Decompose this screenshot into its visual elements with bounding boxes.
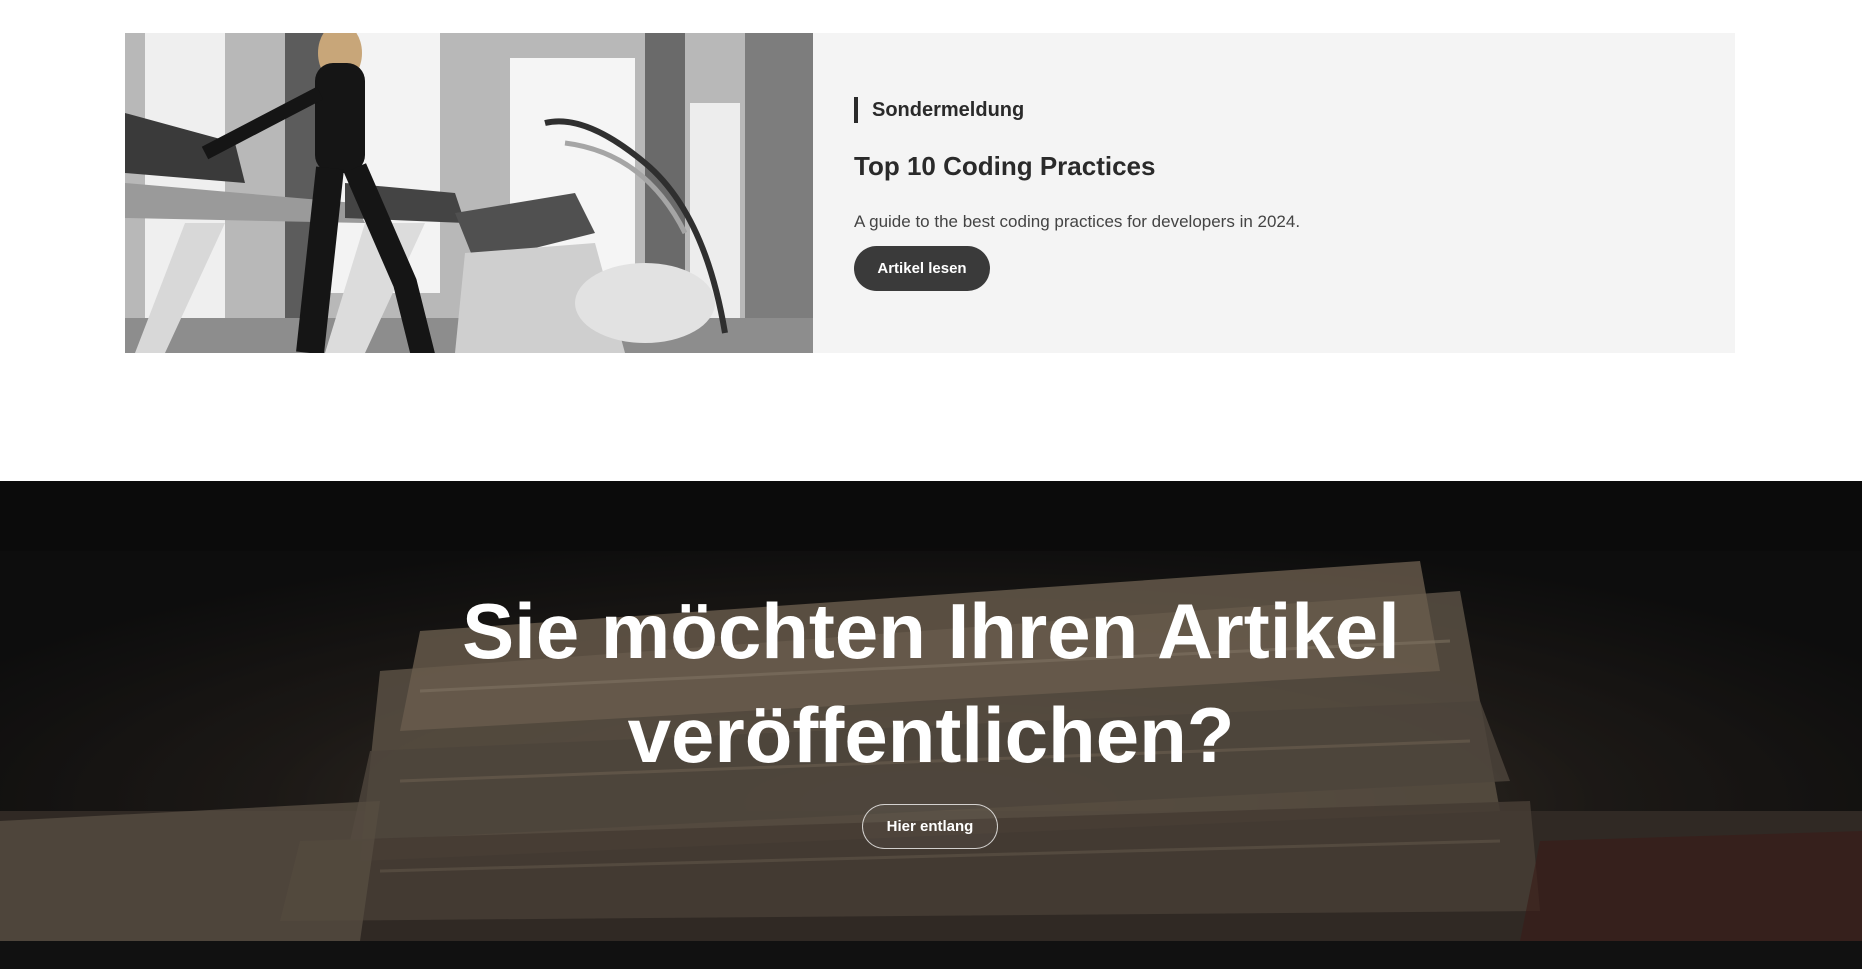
- cta-headline-line-1: Sie möchten Ihren Artikel: [462, 587, 1400, 675]
- cta-headline: Sie möchten Ihren Artikel veröffentliche…: [0, 579, 1862, 787]
- article-title[interactable]: Top 10 Coding Practices: [854, 151, 1300, 182]
- publish-cta-banner: Sie möchten Ihren Artikel veröffentliche…: [0, 481, 1862, 941]
- article-excerpt: A guide to the best coding practices for…: [854, 212, 1301, 231]
- read-article-button[interactable]: Artikel lesen: [854, 246, 990, 291]
- cta-headline-line-2: veröffentlichen?: [627, 691, 1235, 779]
- article-category-label: Sondermeldung: [854, 97, 1300, 123]
- article-image: [125, 33, 813, 353]
- gym-photo: [125, 33, 813, 353]
- featured-article-card: Sondermeldung Top 10 Coding Practices A …: [125, 33, 1735, 353]
- cta-button[interactable]: Hier entlang: [862, 804, 998, 849]
- article-content: Sondermeldung Top 10 Coding Practices A …: [813, 33, 1300, 353]
- footer-strip: [0, 941, 1862, 969]
